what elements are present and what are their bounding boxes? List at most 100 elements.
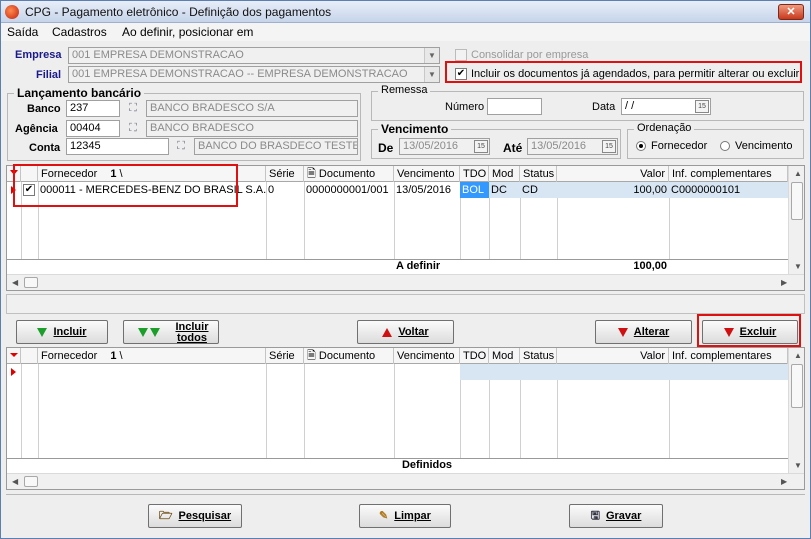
col-valor[interactable]: Valor (557, 166, 669, 182)
cell-documento: 0000000001/001 (306, 184, 389, 196)
agencia-code-input[interactable]: 00404 (66, 120, 120, 137)
calendar-icon[interactable]: 15 (695, 100, 709, 113)
binoculars-icon[interactable]: ⛶ (122, 120, 144, 137)
menu-ao-definir[interactable]: Ao definir, posicionar em (122, 25, 253, 39)
scroll-down-icon[interactable]: ▼ (794, 461, 802, 470)
banco-label: Banco (27, 103, 61, 115)
vencimento-de-input[interactable]: 13/05/2016 15 (399, 138, 490, 155)
ordenacao-fornecedor-radio[interactable] (636, 141, 646, 151)
col-serie[interactable]: Série (266, 348, 304, 364)
banco-name-field: BANCO BRADESCO S/A (146, 100, 358, 117)
voltar-button[interactable]: Voltar (357, 320, 454, 344)
calendar-icon[interactable]: 15 (602, 140, 616, 153)
ordenacao-vencimento-radio[interactable] (720, 141, 730, 151)
data-value: / / (625, 100, 635, 112)
alterar-button[interactable]: Alterar (595, 320, 692, 344)
binoculars-icon[interactable]: ⛶ (122, 100, 144, 117)
grid-vertical-scrollbar[interactable]: ▲ ▼ (788, 348, 804, 473)
scroll-right-icon[interactable]: ▶ (781, 278, 787, 287)
col-valor[interactable]: Valor (557, 348, 669, 364)
col-vencimento[interactable]: Vencimento (394, 348, 460, 364)
col-tdo[interactable]: TDO (460, 348, 489, 364)
footer-total: 100,00 (633, 260, 667, 272)
definidos-grid[interactable]: Fornecedor 1 \ Série 🗎 Documento Vencime… (6, 347, 805, 490)
cell-mod: DC (489, 182, 520, 198)
col-serie[interactable]: Série (266, 166, 304, 182)
col-status[interactable]: Status (520, 166, 557, 182)
vencimento-ate-input[interactable]: 13/05/2016 15 (527, 138, 618, 155)
highlight-fornecedor-row (13, 164, 238, 207)
col-fornecedor[interactable]: Fornecedor 1 \ (38, 348, 266, 364)
check-column-header (21, 348, 38, 364)
scroll-thumb[interactable] (24, 476, 38, 487)
grid-horizontal-scrollbar[interactable]: ◀ ▶ (7, 473, 804, 489)
cell-valor: 100,00 (557, 182, 669, 198)
col-inf[interactable]: Inf. complementares (669, 348, 788, 364)
limpar-button[interactable]: ✎ Limpar (359, 504, 451, 528)
scroll-left-icon[interactable]: ◀ (12, 278, 18, 287)
close-button[interactable]: ✕ (778, 4, 804, 20)
col-documento-label: Documento (318, 168, 376, 180)
calendar-icon[interactable]: 15 (474, 140, 488, 153)
numero-input[interactable] (487, 98, 542, 115)
filial-value: 001 EMPRESA DEMONSTRACAO -- EMPRESA DEMO… (72, 68, 408, 80)
grid-horizontal-scrollbar[interactable]: ◀ ▶ (7, 274, 804, 290)
col-vencimento[interactable]: Vencimento (394, 166, 460, 182)
eraser-icon: ✎ (379, 510, 389, 523)
consolidar-checkbox[interactable] (455, 49, 467, 61)
arrow-down-icon (617, 327, 628, 337)
incluir-todos-line2: todos (177, 332, 207, 345)
menu-cadastros[interactable]: Cadastros (52, 25, 107, 39)
ordenacao-vencimento-label: Vencimento (735, 140, 793, 152)
col-mod[interactable]: Mod (489, 166, 520, 182)
footer-a-definir: A definir (396, 260, 441, 272)
empresa-select[interactable]: 001 EMPRESA DEMONSTRACAO ▼ (68, 47, 440, 64)
col-inf[interactable]: Inf. complementares (669, 166, 788, 182)
de-label: De (378, 141, 394, 155)
title-bar: CPG - Pagamento eletrônico - Definição d… (1, 1, 810, 23)
menu-bar: Saída Cadastros Ao definir, posicionar e… (1, 23, 810, 41)
scroll-up-icon[interactable]: ▲ (794, 351, 802, 360)
col-tdo[interactable]: TDO (460, 166, 489, 182)
pesquisar-button[interactable]: 🗁 Pesquisar (148, 504, 242, 528)
scroll-up-icon[interactable]: ▲ (794, 169, 802, 178)
scroll-down-icon[interactable]: ▼ (794, 262, 802, 271)
scroll-thumb[interactable] (24, 277, 38, 288)
highlight-excluir (697, 314, 801, 347)
divider (6, 494, 805, 495)
scroll-thumb[interactable] (791, 182, 803, 220)
consolidar-label: Consolidar por empresa (471, 49, 589, 61)
lancamento-title: Lançamento bancário (14, 86, 145, 100)
scroll-thumb[interactable] (791, 364, 803, 408)
grid-vertical-scrollbar[interactable]: ▲ ▼ (788, 166, 804, 274)
chevron-down-icon: ▼ (424, 48, 439, 63)
incluir-todos-button[interactable]: Incluir todos (123, 320, 219, 344)
ordenacao-fornecedor-label: Fornecedor (651, 140, 708, 152)
conta-code-input[interactable]: 12345 (66, 138, 169, 155)
gravar-button[interactable]: 🖫 Gravar (569, 504, 663, 528)
col-mod[interactable]: Mod (489, 348, 520, 364)
data-input[interactable]: / / 15 (621, 98, 711, 115)
incluir-button[interactable]: Incluir (16, 320, 108, 344)
arrow-down-icon (37, 327, 48, 337)
scroll-right-icon[interactable]: ▶ (781, 477, 787, 486)
scroll-left-icon[interactable]: ◀ (12, 477, 18, 486)
agencia-label: Agência (15, 123, 58, 135)
col-documento-label: Documento (318, 350, 376, 362)
banco-code-input[interactable]: 237 (66, 100, 120, 117)
empresa-value: 001 EMPRESA DEMONSTRACAO (72, 49, 244, 61)
binoculars-icon[interactable]: ⛶ (170, 138, 192, 155)
agencia-name-field: BANCO BRADESCO (146, 120, 358, 137)
cell-status: CD (520, 182, 557, 198)
filial-select[interactable]: 001 EMPRESA DEMONSTRACAO -- EMPRESA DEMO… (68, 66, 440, 83)
document-icon: 🗎 (307, 350, 316, 362)
col-status[interactable]: Status (520, 348, 557, 364)
col-documento[interactable]: 🗎 Documento (304, 166, 394, 182)
vencimento-title: Vencimento (378, 122, 452, 136)
col-fornecedor-label: Fornecedor (41, 350, 98, 362)
col-documento[interactable]: 🗎 Documento (304, 348, 394, 364)
data-label: Data (592, 101, 616, 113)
menu-saida[interactable]: Saída (7, 25, 38, 39)
grid-header: Fornecedor 1 \ Série 🗎 Documento Vencime… (7, 348, 788, 364)
remessa-title: Remessa (378, 84, 431, 96)
